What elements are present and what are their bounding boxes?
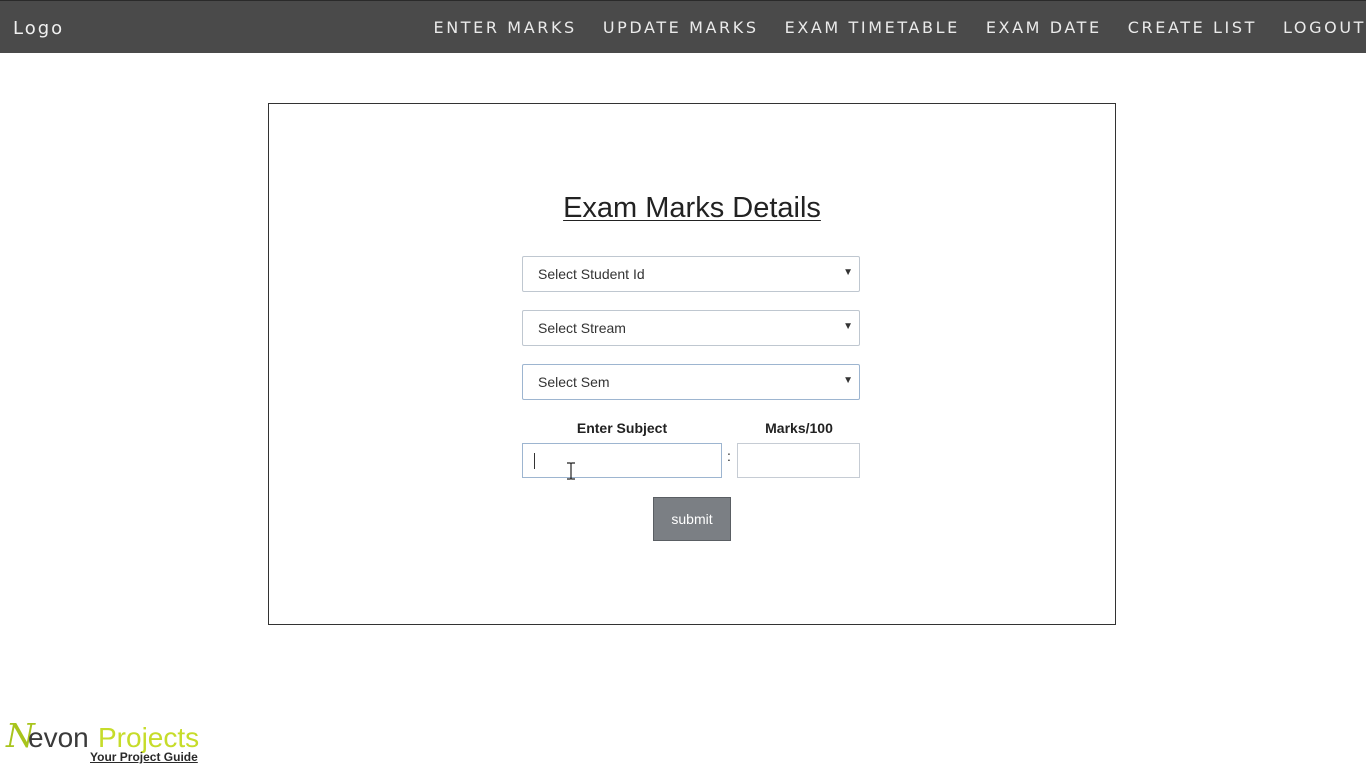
nav-create-list[interactable]: CREATE LIST xyxy=(1128,18,1257,37)
stream-select[interactable]: Select Stream ▼ xyxy=(522,310,860,346)
student-id-select-label: Select Student Id xyxy=(538,266,645,282)
exam-marks-panel: Exam Marks Details Select Student Id ▼ S… xyxy=(268,103,1116,625)
submit-button[interactable]: submit xyxy=(653,497,731,541)
marks-label: Marks/100 xyxy=(765,420,833,436)
chevron-down-icon: ▼ xyxy=(843,267,853,278)
nav-logout[interactable]: LOGOUT xyxy=(1283,18,1366,37)
brand-name-part1: evon xyxy=(28,722,89,753)
field-separator: : xyxy=(727,448,731,464)
text-caret xyxy=(534,453,535,469)
nav-update-marks[interactable]: UPDATE MARKS xyxy=(603,18,759,37)
sem-select[interactable]: Select Sem ▼ xyxy=(522,364,860,400)
nav-exam-timetable[interactable]: EXAM TIMETABLE xyxy=(785,18,960,37)
brand-logo: N evon Projects Your Project Guide xyxy=(6,718,216,768)
sem-select-label: Select Sem xyxy=(538,374,610,390)
marks-input[interactable] xyxy=(737,443,860,478)
logo-text[interactable]: Logo xyxy=(13,18,64,39)
nav-exam-date[interactable]: EXAM DATE xyxy=(986,18,1102,37)
subject-label: Enter Subject xyxy=(576,420,668,436)
top-navbar: Logo ENTER MARKS UPDATE MARKS EXAM TIMET… xyxy=(0,0,1366,53)
nav-links: ENTER MARKS UPDATE MARKS EXAM TIMETABLE … xyxy=(408,18,1366,37)
subject-input[interactable] xyxy=(522,443,722,478)
brand-tagline: Your Project Guide xyxy=(90,750,198,764)
text-cursor-icon xyxy=(567,462,575,480)
stream-select-label: Select Stream xyxy=(538,320,626,336)
chevron-down-icon: ▼ xyxy=(843,375,853,386)
chevron-down-icon: ▼ xyxy=(843,321,853,332)
nav-enter-marks[interactable]: ENTER MARKS xyxy=(434,18,577,37)
page-title: Exam Marks Details xyxy=(563,192,821,224)
student-id-select[interactable]: Select Student Id ▼ xyxy=(522,256,860,292)
